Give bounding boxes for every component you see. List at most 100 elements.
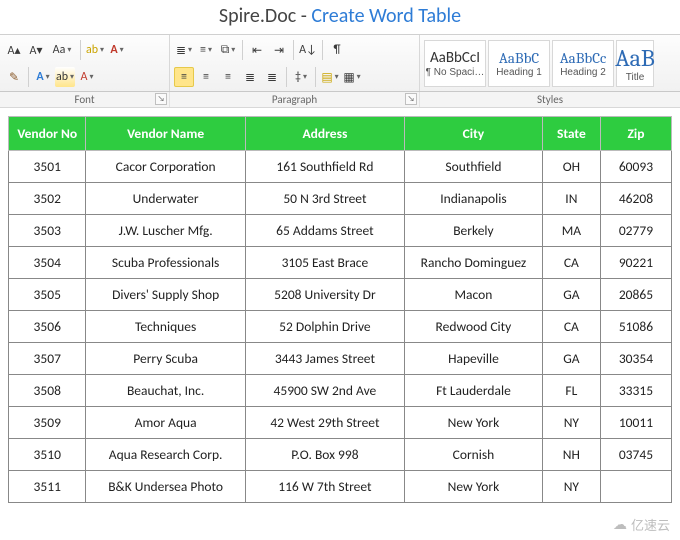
style-name: ¶ No Spaci… — [426, 67, 485, 78]
dialog-launcher-icon[interactable]: ↘ — [405, 93, 417, 105]
style-tile-title[interactable]: AaB Title — [616, 40, 654, 87]
separator — [28, 67, 29, 87]
table-cell: 3443 James Street — [245, 343, 404, 375]
table-cell: 3508 — [9, 375, 86, 407]
align-right-icon[interactable]: ≡ — [218, 67, 238, 87]
table-header-row: Vendor No Vendor Name Address City State… — [9, 117, 672, 151]
separator — [293, 40, 294, 60]
sort-icon[interactable]: A↓ — [298, 40, 318, 60]
text-effects-icon[interactable]: A — [33, 67, 53, 87]
group-label-text: Font — [74, 93, 94, 106]
table-cell: GA — [542, 343, 600, 375]
style-tile-no-spacing[interactable]: AaBbCcI ¶ No Spaci… — [424, 40, 486, 87]
table-cell: New York — [405, 407, 543, 439]
bullets-icon[interactable]: ≣ — [174, 40, 194, 60]
ribbon-group-styles: AaBbCcI ¶ No Spaci… AaBbC Heading 1 AaBb… — [420, 35, 680, 91]
shading-icon[interactable]: ▤ — [320, 67, 340, 87]
justify-icon[interactable]: ≣ — [240, 67, 260, 87]
distributed-icon[interactable]: ≣ — [262, 67, 282, 87]
table-cell: Redwood City — [405, 311, 543, 343]
style-sample: AaBbCc — [560, 49, 607, 67]
table-cell: Underwater — [86, 183, 245, 215]
table-row: 3506Techniques52 Dolphin DriveRedwood Ci… — [9, 311, 672, 343]
increase-indent-icon[interactable]: ⇥ — [269, 40, 289, 60]
grow-font-icon[interactable]: A▴ — [4, 40, 24, 60]
table-row: 3510Aqua Research Corp.P.O. Box 998Corni… — [9, 439, 672, 471]
decrease-indent-icon[interactable]: ⇤ — [247, 40, 267, 60]
col-header-zip: Zip — [600, 117, 671, 151]
style-sample: AaB — [615, 44, 655, 72]
borders-icon[interactable]: ▦ — [342, 67, 362, 87]
table-cell: J.W. Luscher Mfg. — [86, 215, 245, 247]
table-cell: 90221 — [600, 247, 671, 279]
table-row: 3504Scuba Professionals3105 East BraceRa… — [9, 247, 672, 279]
table-cell: Divers' Supply Shop — [86, 279, 245, 311]
table-cell: IN — [542, 183, 600, 215]
table-cell: 5208 University Dr — [245, 279, 404, 311]
separator — [80, 40, 81, 60]
table-cell: 60093 — [600, 151, 671, 183]
table-cell: MA — [542, 215, 600, 247]
group-label-font: Font ↘ — [0, 92, 170, 107]
table-cell: 3509 — [9, 407, 86, 439]
highlight-color-icon[interactable]: ab — [85, 40, 105, 60]
group-label-paragraph: Paragraph ↘ — [170, 92, 420, 107]
table-cell: 45900 SW 2nd Ave — [245, 375, 404, 407]
style-tile-heading2[interactable]: AaBbCc Heading 2 — [552, 40, 614, 87]
table-cell: Berkely — [405, 215, 543, 247]
col-header-city: City — [405, 117, 543, 151]
align-center-icon[interactable]: ≡ — [196, 67, 216, 87]
table-cell: P.O. Box 998 — [245, 439, 404, 471]
table-cell: Techniques — [86, 311, 245, 343]
group-label-text: Styles — [537, 93, 563, 106]
title-prefix: Spire.Doc - — [219, 4, 311, 28]
group-label-text: Paragraph — [272, 93, 317, 106]
change-case-icon[interactable]: Aa — [48, 40, 76, 60]
table-cell: NY — [542, 471, 600, 503]
numbering-icon[interactable]: ≡ — [196, 40, 216, 60]
table-cell: Cacor Corporation — [86, 151, 245, 183]
line-spacing-icon[interactable]: ‡ — [291, 67, 311, 87]
dialog-launcher-icon[interactable]: ↘ — [155, 93, 167, 105]
watermark-text: 亿速云 — [631, 515, 670, 534]
table-cell: 116 W 7th Street — [245, 471, 404, 503]
style-tile-heading1[interactable]: AaBbC Heading 1 — [488, 40, 550, 87]
separator — [322, 40, 323, 60]
col-header-state: State — [542, 117, 600, 151]
table-cell: Amor Aqua — [86, 407, 245, 439]
multilevel-list-icon[interactable]: ⧉ — [218, 40, 238, 60]
col-header-vendor-no: Vendor No — [9, 117, 86, 151]
styles-gallery[interactable]: AaBbCcI ¶ No Spaci… AaBbC Heading 1 AaBb… — [424, 38, 676, 89]
font-color-2-icon[interactable]: A — [77, 67, 97, 87]
table-cell: 3510 — [9, 439, 86, 471]
table-cell: 65 Addams Street — [245, 215, 404, 247]
clear-format-icon[interactable]: ✎ — [4, 67, 24, 87]
table-cell: Hapeville — [405, 343, 543, 375]
table-cell: 3511 — [9, 471, 86, 503]
table-cell: 3105 East Brace — [245, 247, 404, 279]
table-cell: Perry Scuba — [86, 343, 245, 375]
table-cell: 20865 — [600, 279, 671, 311]
table-cell: Ft Lauderdale — [405, 375, 543, 407]
watermark: ☁ 亿速云 — [609, 513, 674, 536]
font-color-icon[interactable]: A — [107, 40, 127, 60]
text-highlight-icon[interactable]: ab — [55, 67, 75, 87]
table-row: 3511B&K Undersea Photo116 W 7th StreetNe… — [9, 471, 672, 503]
separator — [315, 67, 316, 87]
table-cell: Indianapolis — [405, 183, 543, 215]
table-cell: B&K Undersea Photo — [86, 471, 245, 503]
show-marks-icon[interactable]: ¶ — [327, 40, 347, 60]
table-row: 3503J.W. Luscher Mfg.65 Addams StreetBer… — [9, 215, 672, 247]
table-cell: Scuba Professionals — [86, 247, 245, 279]
table-cell: Rancho Dominguez — [405, 247, 543, 279]
table-cell: GA — [542, 279, 600, 311]
table-cell: NY — [542, 407, 600, 439]
table-cell: 02779 — [600, 215, 671, 247]
align-left-icon[interactable]: ≡ — [174, 67, 194, 87]
table-cell: 30354 — [600, 343, 671, 375]
shrink-font-icon[interactable]: A▾ — [26, 40, 46, 60]
title-accent: Create Word Table — [311, 4, 461, 28]
page-title: Spire.Doc - Create Word Table — [0, 0, 680, 34]
table-row: 3502Underwater50 N 3rd StreetIndianapoli… — [9, 183, 672, 215]
table-cell: Cornish — [405, 439, 543, 471]
